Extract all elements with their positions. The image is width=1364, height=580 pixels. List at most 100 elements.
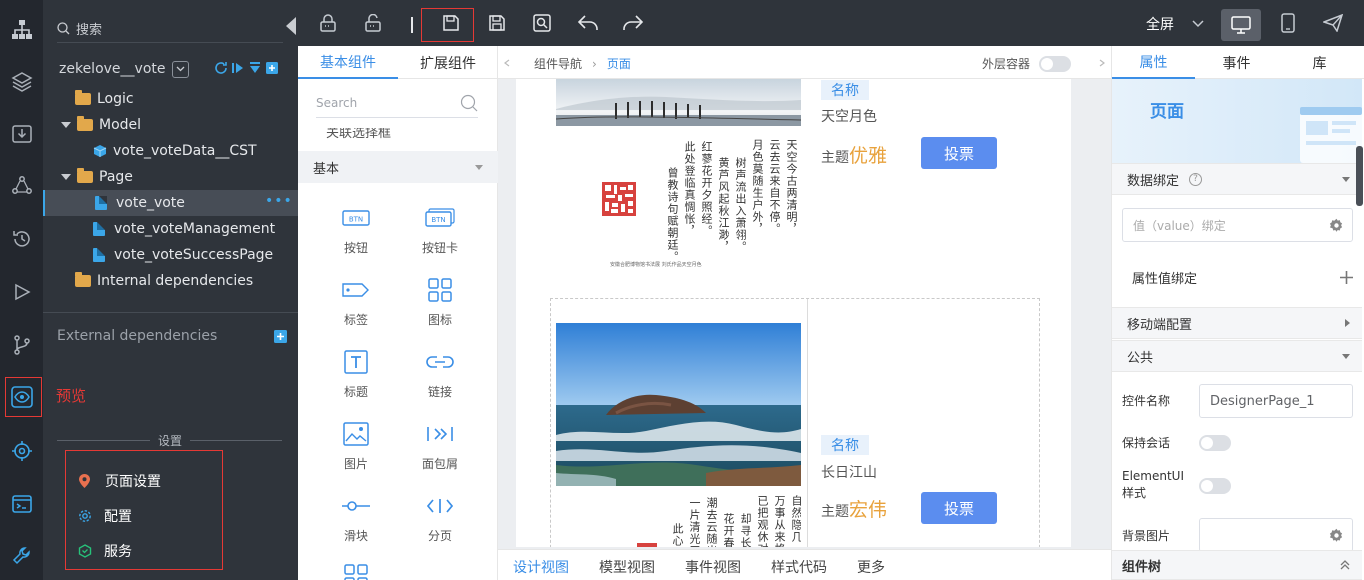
history-icon[interactable] xyxy=(9,226,35,252)
settings-item-page[interactable]: 页面设置 xyxy=(79,471,161,491)
page-file-icon xyxy=(93,248,105,262)
chevron-right-icon[interactable] xyxy=(1099,59,1105,67)
settings-item-service[interactable]: 服务 xyxy=(78,541,132,561)
caret-down-icon xyxy=(1342,353,1350,359)
expand-all-icon[interactable] xyxy=(231,61,245,75)
component-tag[interactable]: 标签 xyxy=(316,275,396,337)
tree-folder-page[interactable]: Page xyxy=(43,164,298,190)
control-name-input[interactable]: DesignerPage_1 xyxy=(1199,384,1353,418)
tab-style-code[interactable]: 样式代码 xyxy=(771,557,827,577)
link-icon xyxy=(425,347,455,377)
chevron-left-icon[interactable] xyxy=(504,59,510,67)
caret-down-icon xyxy=(61,122,71,128)
more-components-icon[interactable] xyxy=(343,563,369,580)
unlock-icon[interactable] xyxy=(360,10,386,36)
chevron-down-icon[interactable] xyxy=(1192,20,1204,28)
data-binding-section[interactable]: 数据绑定? xyxy=(1112,163,1362,195)
refresh-icon[interactable] xyxy=(214,61,228,75)
send-icon[interactable] xyxy=(1320,10,1346,36)
tree-folder-logic[interactable]: Logic xyxy=(43,86,298,112)
gear-icon[interactable] xyxy=(1329,528,1344,543)
more-options-icon[interactable]: ••• xyxy=(265,193,293,209)
import-icon[interactable] xyxy=(9,121,35,147)
tree-folder-model[interactable]: Model xyxy=(43,112,298,138)
tree-folder-internal[interactable]: Internal dependencies xyxy=(43,268,298,294)
terminal-icon[interactable] xyxy=(9,491,35,517)
branch-icon[interactable] xyxy=(9,332,35,358)
component-icon[interactable]: 图标 xyxy=(400,275,480,337)
search-preview-icon[interactable] xyxy=(529,10,555,36)
tab-event-view[interactable]: 事件视图 xyxy=(685,557,741,577)
help-icon[interactable]: ? xyxy=(1189,172,1203,186)
component-title[interactable]: 标题 xyxy=(316,347,396,409)
desktop-view-button[interactable] xyxy=(1221,9,1261,41)
save-icon[interactable] xyxy=(438,10,464,36)
component-breadcrumb[interactable]: 面包屑 xyxy=(400,419,480,481)
component-button[interactable]: BTN 按钮 xyxy=(316,203,396,265)
tree-item-model[interactable]: vote_voteData__CST xyxy=(43,138,298,164)
theme-label: 主题 xyxy=(821,150,849,166)
gear-icon[interactable] xyxy=(1329,218,1344,233)
save-all-icon[interactable] xyxy=(484,10,510,36)
tab-library[interactable]: 库 xyxy=(1278,46,1361,79)
scrollbar-thumb[interactable] xyxy=(1356,146,1363,206)
card1-vote-button[interactable]: 投票 xyxy=(921,137,997,169)
component-tree-section[interactable]: 组件树 xyxy=(1112,550,1362,580)
tab-model-view[interactable]: 模型视图 xyxy=(599,557,655,577)
plus-icon[interactable] xyxy=(1339,270,1354,285)
preview-eye-icon[interactable] xyxy=(9,384,35,410)
common-section[interactable]: 公共 xyxy=(1112,340,1362,372)
caret-down-icon xyxy=(61,174,71,180)
component-slider[interactable]: 滑块 xyxy=(316,491,396,553)
mobile-config-section[interactable]: 移动端配置 xyxy=(1112,307,1362,339)
external-dependencies-header[interactable]: External dependencies xyxy=(57,328,287,344)
tab-design-view[interactable]: 设计视图 xyxy=(513,557,569,577)
wrench-icon[interactable] xyxy=(9,543,35,569)
tree-item-page-vote-success[interactable]: vote_voteSuccessPage xyxy=(43,242,298,268)
value-binding-input[interactable]: 值（value）绑定 xyxy=(1122,208,1353,242)
target-icon[interactable] xyxy=(9,438,35,464)
tab-extended-components[interactable]: 扩展组件 xyxy=(398,46,498,79)
fullscreen-label[interactable]: 全屏 xyxy=(1146,14,1174,34)
poem-line: 曾教诗句赋朝廷。 xyxy=(666,167,679,263)
breadcrumb-item[interactable]: 组件导航 xyxy=(534,55,582,72)
keep-session-toggle[interactable] xyxy=(1199,435,1231,451)
lock-icon[interactable] xyxy=(315,10,341,36)
tab-events[interactable]: 事件 xyxy=(1195,46,1278,79)
layers-icon[interactable] xyxy=(9,68,35,94)
mobile-icon[interactable] xyxy=(1275,10,1301,36)
collapse-all-icon[interactable] xyxy=(248,61,262,75)
component-search-input[interactable]: Search xyxy=(316,88,478,118)
tab-properties[interactable]: 属性 xyxy=(1112,46,1195,79)
tree-item-page-vote-management[interactable]: vote_voteManagement xyxy=(43,216,298,242)
group-basic-header[interactable]: 基本 xyxy=(298,151,498,183)
tree-item-page-vote-vote[interactable]: vote_vote ••• xyxy=(43,190,298,216)
background-image-input[interactable] xyxy=(1199,518,1353,552)
outer-container-toggle[interactable] xyxy=(1039,56,1071,72)
project-dropdown-icon[interactable] xyxy=(171,60,189,78)
redo-icon[interactable] xyxy=(620,10,646,36)
card2-vote-button[interactable]: 投票 xyxy=(921,492,997,524)
component-image[interactable]: 图片 xyxy=(316,419,396,481)
undo-icon[interactable] xyxy=(575,10,601,36)
tab-more[interactable]: 更多 xyxy=(857,557,885,577)
component-button-card[interactable]: BTN 按钮卡 xyxy=(400,203,480,265)
debug-run-icon[interactable] xyxy=(9,279,35,305)
settings-item-config[interactable]: 配置 xyxy=(78,506,132,526)
app-structure-icon[interactable] xyxy=(9,17,35,43)
card2-name: 长日江山 xyxy=(821,465,877,481)
share-nodes-icon[interactable] xyxy=(9,173,35,199)
collapse-panel-icon[interactable] xyxy=(286,17,296,35)
add-icon[interactable] xyxy=(274,329,287,343)
add-icon[interactable] xyxy=(265,61,279,75)
elementui-style-toggle[interactable] xyxy=(1199,478,1231,494)
explorer-search[interactable]: 搜索 xyxy=(57,15,283,43)
project-actions xyxy=(214,61,279,75)
component-link[interactable]: 链接 xyxy=(400,347,480,409)
double-chevron-up-icon[interactable] xyxy=(1340,560,1350,570)
breadcrumb-item-current[interactable]: 页面 xyxy=(607,55,631,72)
page-surface: 天空今古两清明， 云去云来自不停。 月色莫随生户外， 树声流出入萧翎。 黄芦风起… xyxy=(516,79,1071,547)
card2-name-tag: 名称 xyxy=(821,435,869,455)
tab-basic-components[interactable]: 基本组件 xyxy=(298,46,398,79)
component-pagination[interactable]: 分页 xyxy=(400,491,480,553)
